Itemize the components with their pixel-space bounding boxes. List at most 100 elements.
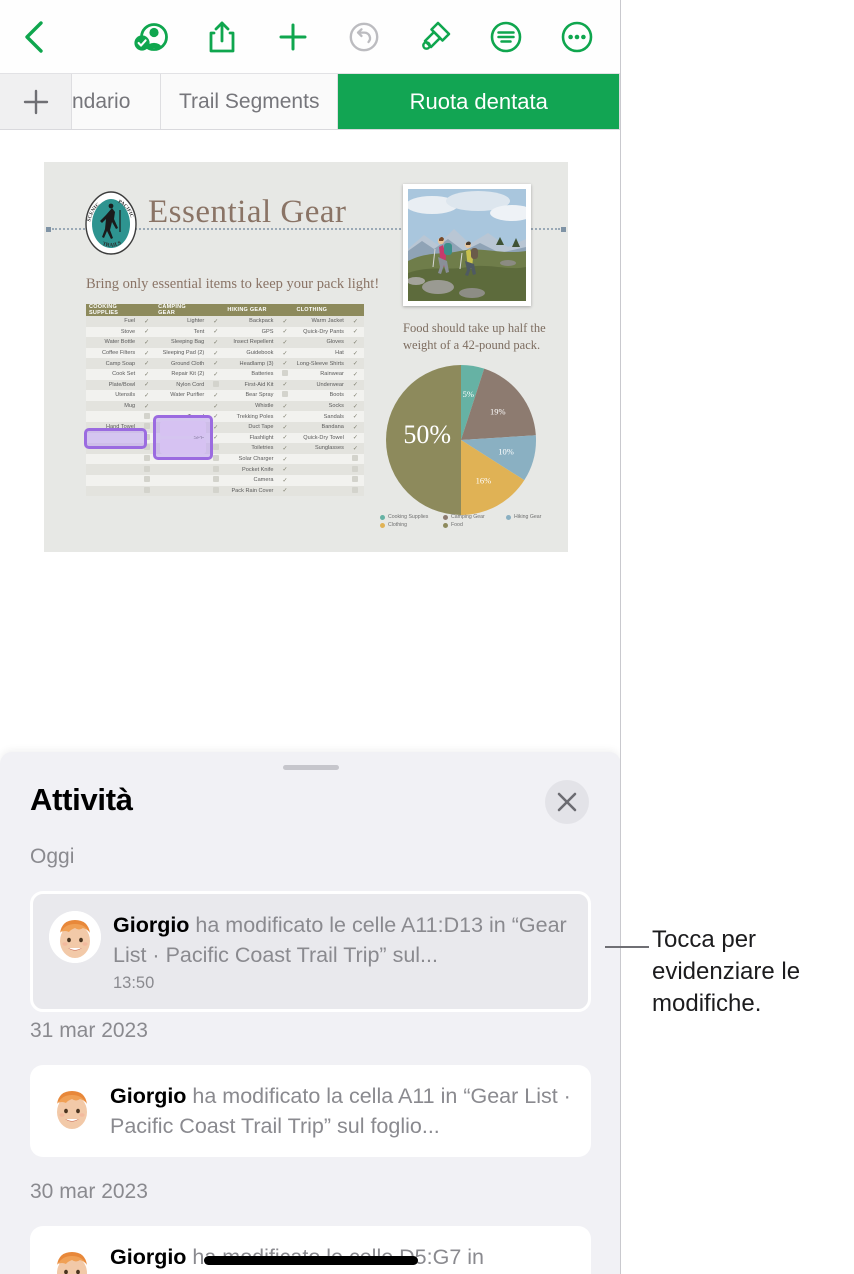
gear-item-checkbox[interactable]: ✓ [347,401,364,412]
highlight-trowel-spf[interactable] [153,415,213,460]
gear-item-label[interactable]: Headlamp (3) [224,358,276,369]
gear-item-checkbox[interactable] [138,464,155,475]
sheet-tab-trail-segments[interactable]: Trail Segments [161,74,339,129]
gear-item-label[interactable]: Rainwear [293,369,346,380]
gear-item-label[interactable]: Water Bottle [86,337,138,348]
sheet-tab-ruota-dentata[interactable]: Ruota dentata [338,74,620,129]
gear-item-label[interactable]: Solar Charger [224,454,276,465]
gear-item-label[interactable]: Nylon Cord [155,380,207,391]
gear-item-label[interactable]: Flashlight [224,433,276,444]
activity-entry[interactable]: Giorgio ha modificato la cella A11 in “G… [30,1065,591,1158]
gear-item-label[interactable]: Quick-Dry Pants [293,327,346,338]
gear-table-row[interactable]: Pocket Knife ✓ [86,464,364,475]
gear-item-checkbox[interactable]: ✓ [347,348,364,359]
gear-item-checkbox[interactable]: ✓ [138,369,155,380]
gear-item-checkbox[interactable]: ✓ [347,443,364,454]
gear-item-label[interactable]: Socks [293,401,346,412]
gear-item-checkbox[interactable] [207,380,224,391]
more-button[interactable] [554,14,600,60]
gear-item-checkbox[interactable]: ✓ [347,433,364,444]
gear-item-label[interactable]: Lighter [155,316,207,327]
gear-item-checkbox[interactable]: ✓ [347,327,364,338]
gear-item-checkbox[interactable]: ✓ [207,401,224,412]
gear-item-label[interactable]: Quick-Dry Towel [293,433,346,444]
gear-item-label[interactable]: GPS [224,327,276,338]
gear-table-row[interactable]: Camp Soap ✓ Ground Cloth ✓ Headlamp (3) ✓ Long… [86,358,364,369]
gear-item-label[interactable]: Pack Rain Cover [224,486,276,497]
gear-item-label[interactable] [86,454,138,465]
hikers-photo[interactable] [403,184,531,306]
add-sheet-button[interactable] [0,74,72,129]
gear-table-row[interactable]: Coffee Filters ✓ Sleeping Pad (2) ✓ Guideboo… [86,347,364,359]
gear-item-label[interactable]: Coffee Filters [86,348,138,359]
gear-item-checkbox[interactable]: ✓ [138,316,155,327]
gear-item-checkbox[interactable]: ✓ [138,358,155,369]
close-activity-button[interactable] [545,780,589,824]
sheet-grabber[interactable] [282,765,339,770]
collaborate-button[interactable] [128,14,174,60]
gear-item-checkbox[interactable]: ✓ [138,390,155,401]
document-options-button[interactable] [483,14,529,60]
gear-list-slide[interactable]: SCENIC PACIFIC TRAILS Essential Gear Bri… [44,162,568,552]
gear-table-row[interactable]: Trowel✓Trekking Poles✓Sandals✓ [86,411,364,422]
gear-item-label[interactable]: Guidebook [224,348,276,359]
gear-item-checkbox[interactable] [207,464,224,475]
gear-item-label[interactable]: Hat [293,348,346,359]
gear-item-label[interactable]: Toiletries [224,443,276,454]
gear-item-checkbox[interactable]: ✓ [207,369,224,380]
gear-item-label[interactable] [86,464,138,475]
gear-item-checkbox[interactable]: ✓ [347,337,364,348]
gear-item-label[interactable]: Fuel [86,316,138,327]
gear-item-label[interactable] [155,475,207,486]
undo-button[interactable] [341,14,387,60]
gear-item-label[interactable]: Sandals [293,411,346,422]
gear-item-label[interactable]: Tent [155,327,207,338]
gear-item-checkbox[interactable]: ✓ [276,464,293,475]
gear-item-checkbox[interactable]: ✓ [276,358,293,369]
gear-item-checkbox[interactable]: ✓ [276,401,293,412]
gear-item-label[interactable]: Duct Tape [224,422,276,433]
gear-item-label[interactable]: Underwear [293,380,346,391]
gear-item-checkbox[interactable]: ✓ [138,337,155,348]
gear-item-label[interactable]: Warm Jacket [293,316,346,327]
gear-item-checkbox[interactable]: ✓ [347,380,364,391]
gear-table-row[interactable]: Cook Set ✓ Repair Kit (2) ✓ Batteries Rainwea… [86,368,364,380]
gear-item-checkbox[interactable] [347,454,364,465]
gear-table-row[interactable]: Stove ✓ Tent ✓ GPS ✓ Quick-Dry Pants ✓ [86,326,364,338]
gear-item-label[interactable]: Sleeping Pad (2) [155,348,207,359]
gear-item-checkbox[interactable]: ✓ [276,327,293,338]
gear-item-checkbox[interactable]: ✓ [347,411,364,422]
gear-item-label[interactable]: Pocket Knife [224,464,276,475]
gear-item-label[interactable]: Ground Cloth [155,358,207,369]
gear-item-checkbox[interactable]: ✓ [138,348,155,359]
gear-item-label[interactable] [86,475,138,486]
gear-item-checkbox[interactable] [347,475,364,486]
gear-item-checkbox[interactable]: ✓ [347,369,364,380]
gear-item-checkbox[interactable]: ✓ [276,422,293,433]
gear-item-label[interactable]: Plate/Bowl [86,380,138,391]
gear-item-checkbox[interactable]: ✓ [276,411,293,422]
gear-item-checkbox[interactable]: ✓ [347,316,364,327]
gear-item-checkbox[interactable]: ✓ [276,316,293,327]
gear-item-label[interactable]: Cook Set [86,369,138,380]
gear-item-label[interactable]: Sunglasses [293,443,346,454]
gear-item-label[interactable]: Whistle [224,401,276,412]
gear-item-checkbox[interactable] [138,475,155,486]
insert-button[interactable] [270,14,316,60]
gear-item-checkbox[interactable] [207,486,224,497]
sheet-tab-calendario[interactable]: ndario [72,74,161,129]
gear-item-checkbox[interactable]: ✓ [276,348,293,359]
gear-item-label[interactable] [155,464,207,475]
gear-item-checkbox[interactable]: ✓ [276,380,293,391]
gear-item-checkbox[interactable] [347,464,364,475]
activity-entry[interactable]: Giorgio ha modificato le celle D5:G7 in [30,1226,591,1274]
gear-item-label[interactable] [86,411,138,422]
gear-item-label[interactable] [293,486,346,497]
gear-item-checkbox[interactable] [347,486,364,497]
highlight-hand-towel[interactable] [84,428,147,449]
gear-item-label[interactable]: Batteries [224,369,276,380]
gear-item-label[interactable]: Insect Repellent [224,337,276,348]
gear-item-label[interactable]: Water Purifier [155,390,207,401]
gear-item-label[interactable] [293,464,346,475]
gear-weight-pie-chart[interactable]: 5% 19% 10% 16% 50% [373,362,558,537]
